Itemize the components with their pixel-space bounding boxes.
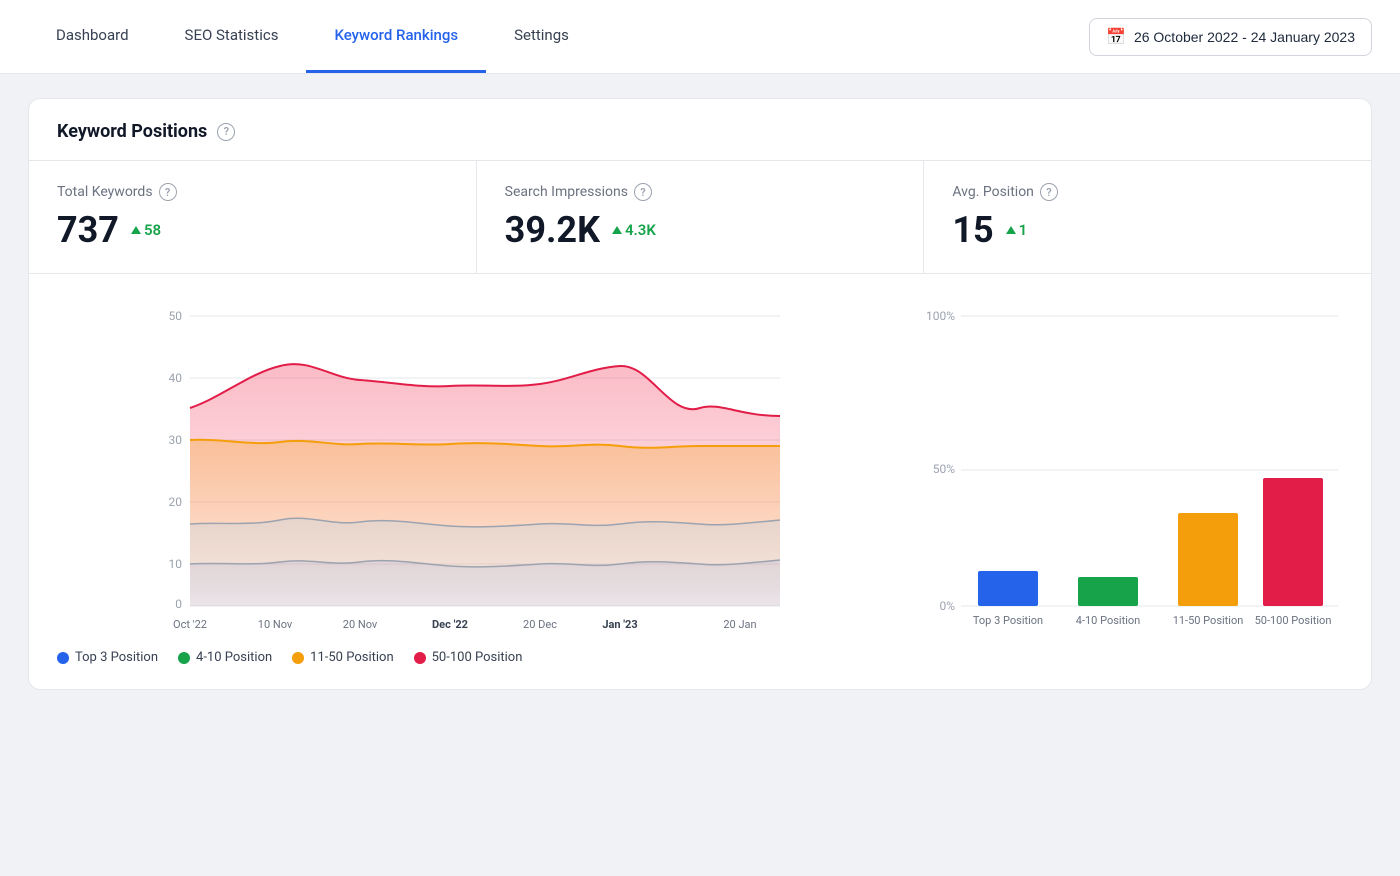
svg-text:10: 10 [169,557,183,571]
legend-dot-4-10 [178,652,190,664]
tab-seo-statistics[interactable]: SEO Statistics [157,0,307,73]
stat-value-row-avg-position: 15 1 [952,209,1343,251]
svg-text:50: 50 [169,309,183,323]
help-icon-search-impressions[interactable]: ? [634,183,652,201]
svg-text:0: 0 [175,597,182,611]
svg-text:20 Jan: 20 Jan [723,618,756,631]
svg-text:20 Dec: 20 Dec [523,618,557,631]
svg-text:Oct '22: Oct '22 [173,618,207,631]
arrow-up-icon [1006,226,1016,234]
legend-label-11-50: 11-50 Position [310,650,393,665]
stat-label-search-impressions: Search Impressions ? [505,183,896,201]
card-header: Keyword Positions ? [29,99,1371,161]
card-title: Keyword Positions [57,121,207,142]
main-content: Keyword Positions ? Total Keywords ? 737… [0,74,1400,714]
svg-text:20 Nov: 20 Nov [343,618,378,631]
legend-item-50-100: 50-100 Position [414,650,523,665]
svg-text:20: 20 [169,495,183,509]
nav-tabs: Dashboard SEO Statistics Keyword Ranking… [28,0,1089,73]
svg-text:50-100 Position: 50-100 Position [1255,614,1332,627]
stat-value-total-keywords: 737 [57,209,119,251]
stats-row: Total Keywords ? 737 58 Search Impressio… [29,161,1371,274]
stat-label-avg-position: Avg. Position ? [952,183,1343,201]
legend-label-50-100: 50-100 Position [432,650,523,665]
svg-text:40: 40 [169,371,183,385]
bar-chart-svg: 100% 50% 0% [923,298,1343,638]
svg-text:30: 30 [169,433,183,447]
date-range-filter[interactable]: 📅 26 October 2022 - 24 January 2023 [1089,18,1372,56]
stat-value-row-total-keywords: 737 58 [57,209,448,251]
line-chart-container: 50 40 30 20 10 0 [57,298,883,665]
charts-area: 50 40 30 20 10 0 [29,274,1371,689]
svg-text:Top 3 Position: Top 3 Position [973,614,1043,627]
legend-item-top3: Top 3 Position [57,650,158,665]
stat-change-total-keywords: 58 [131,221,161,239]
stat-value-row-search-impressions: 39.2K 4.3K [505,209,896,251]
tab-dashboard[interactable]: Dashboard [28,0,157,73]
stat-value-avg-position: 15 [952,209,993,251]
stat-avg-position: Avg. Position ? 15 1 [924,161,1371,273]
svg-text:50%: 50% [933,462,955,476]
help-icon[interactable]: ? [217,123,235,141]
legend-dot-top3 [57,652,69,664]
keyword-positions-card: Keyword Positions ? Total Keywords ? 737… [28,98,1372,690]
legend-label-top3: Top 3 Position [75,650,158,665]
svg-text:4-10 Position: 4-10 Position [1076,614,1140,627]
svg-text:Dec '22: Dec '22 [432,618,468,631]
legend-dot-50-100 [414,652,426,664]
chart-legend: Top 3 Position 4-10 Position 11-50 Posit… [57,642,883,665]
svg-text:10 Nov: 10 Nov [258,618,293,631]
legend-dot-11-50 [292,652,304,664]
arrow-up-icon [612,226,622,234]
stat-value-search-impressions: 39.2K [505,209,600,251]
arrow-up-icon [131,226,141,234]
svg-text:0%: 0% [939,599,955,613]
help-icon-total-keywords[interactable]: ? [159,183,177,201]
legend-label-4-10: 4-10 Position [196,650,272,665]
stat-total-keywords: Total Keywords ? 737 58 [29,161,477,273]
line-chart-svg: 50 40 30 20 10 0 [57,298,883,638]
calendar-icon: 📅 [1106,27,1126,47]
top-navigation: Dashboard SEO Statistics Keyword Ranking… [0,0,1400,74]
legend-item-4-10: 4-10 Position [178,650,272,665]
svg-text:11-50 Position: 11-50 Position [1173,614,1244,627]
help-icon-avg-position[interactable]: ? [1040,183,1058,201]
svg-text:100%: 100% [926,309,955,323]
tab-keyword-rankings[interactable]: Keyword Rankings [306,0,486,73]
stat-change-search-impressions: 4.3K [612,221,656,239]
tab-settings[interactable]: Settings [486,0,597,73]
bar-chart-container: 100% 50% 0% [923,298,1343,665]
legend-item-11-50: 11-50 Position [292,650,393,665]
stat-search-impressions: Search Impressions ? 39.2K 4.3K [477,161,925,273]
stat-change-avg-position: 1 [1006,221,1028,239]
stat-label-total-keywords: Total Keywords ? [57,183,448,201]
svg-text:Jan '23: Jan '23 [602,618,637,631]
